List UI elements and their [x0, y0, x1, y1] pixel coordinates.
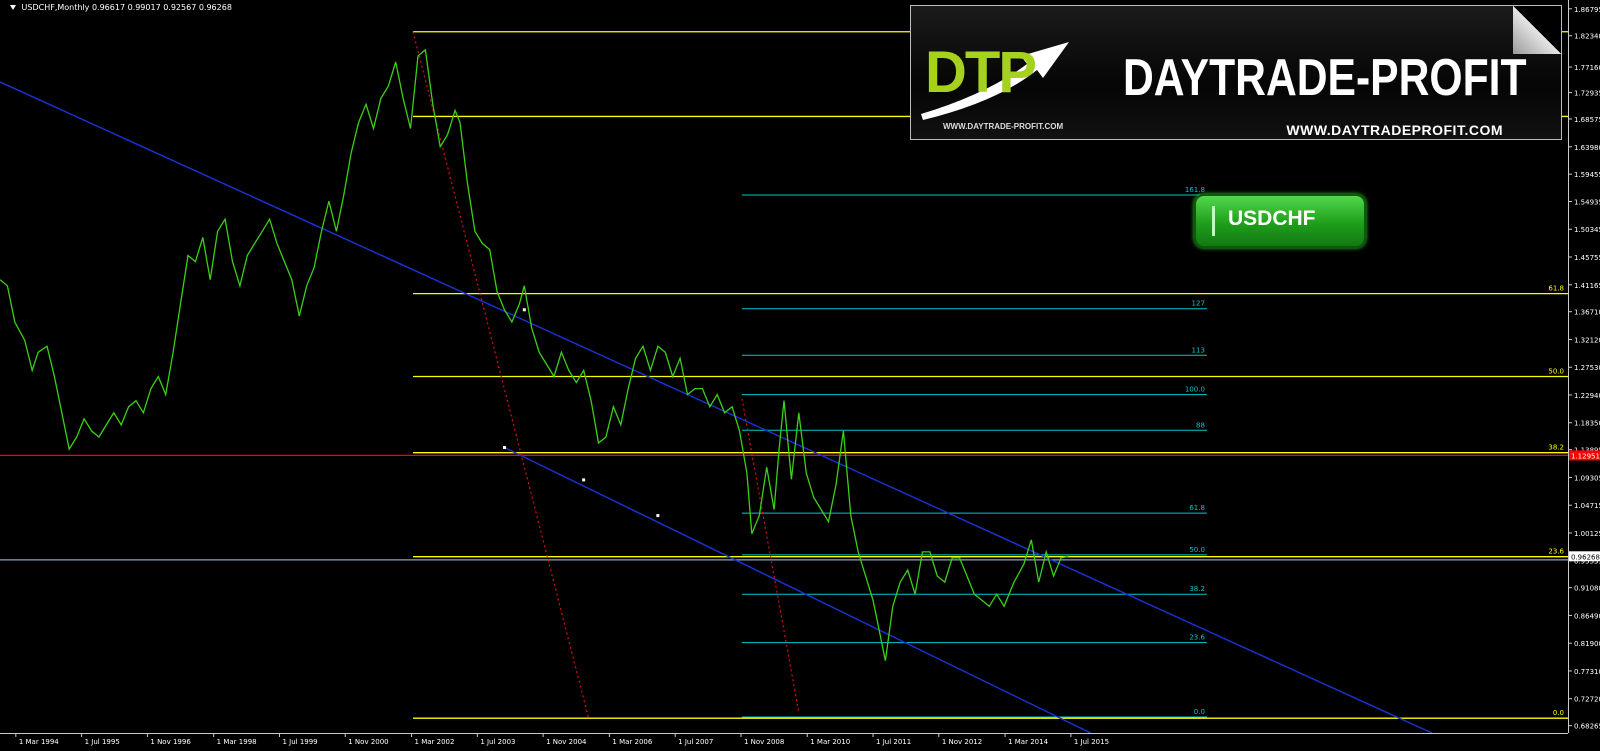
price-tick-label: 1.54935 — [1574, 198, 1600, 206]
price-tick-label: 1.36710 — [1574, 309, 1600, 317]
channel-anchor-point — [522, 308, 526, 312]
price-tick-label: 1.41165 — [1574, 282, 1600, 290]
brand-url-small: WWW.DAYTRADE-PROFIT.COM — [943, 122, 1064, 131]
price-tick-label: 1.50345 — [1574, 226, 1600, 234]
dtp-logo: DTP — [925, 40, 1037, 105]
price-tick-label: 1.09305 — [1574, 474, 1600, 482]
price-tick-label: 1.04715 — [1574, 502, 1600, 510]
channel-anchor-point — [503, 446, 507, 450]
time-tick-label: 1 Nov 2000 — [348, 738, 388, 746]
price-tick-label: 1.72935 — [1574, 90, 1600, 98]
time-tick-label: 1 Jul 1995 — [85, 738, 120, 746]
fib-extension-label: 100.0 — [1185, 386, 1205, 394]
time-tick-label: 1 Nov 2008 — [744, 738, 784, 746]
price-axis-background — [1568, 0, 1600, 747]
price-tick-label: 1.63980 — [1574, 144, 1600, 152]
symbol-badge: USDCHF — [1194, 194, 1366, 248]
level-label: 50.0 — [1548, 367, 1564, 375]
time-tick-label: 1 Jul 2003 — [480, 738, 515, 746]
symbol-ohlc-text: USDCHF,Monthly 0.96617 0.99017 0.92567 0… — [21, 3, 232, 12]
time-tick-label: 1 Jul 2015 — [1074, 738, 1109, 746]
price-tick-label: 1.18350 — [1574, 420, 1600, 428]
time-tick-label: 1 Jul 2007 — [678, 738, 713, 746]
level-label: 23.6 — [1548, 548, 1564, 556]
fib-extension-label: 50.0 — [1189, 546, 1205, 554]
time-tick-label: 1 Mar 2010 — [810, 738, 850, 746]
fib-extension-label: 161.8 — [1185, 186, 1205, 194]
fib-extension-label: 23.6 — [1189, 634, 1205, 642]
price-tick-label: 1.77160 — [1574, 64, 1600, 72]
chevron-down-icon[interactable] — [10, 5, 16, 10]
symbol-badge-label: USDCHF — [1228, 207, 1316, 230]
current-price-tag: 0.96268 — [1571, 553, 1600, 561]
channel-anchor-point — [582, 478, 586, 482]
brand-url-big: WWW.DAYTRADEPROFIT.COM — [1286, 122, 1503, 138]
price-tick-label: 0.91080 — [1574, 585, 1600, 593]
time-tick-label: 1 Mar 2014 — [1008, 738, 1048, 746]
fib-extension-label: 88 — [1196, 421, 1205, 429]
red-level-tag: 1.12951 — [1571, 452, 1600, 460]
time-tick-label: 1 Jul 1999 — [282, 738, 317, 746]
price-tick-label: 0.68265 — [1574, 723, 1600, 731]
brand-name: DAYTRADE-PROFIT — [1123, 49, 1527, 107]
page-curl — [1513, 6, 1561, 54]
symbol-header: USDCHF,Monthly 0.96617 0.99017 0.92567 0… — [10, 3, 232, 12]
time-tick-label: 1 Nov 2012 — [942, 738, 982, 746]
level-label: 0.0 — [1553, 709, 1564, 717]
price-tick-label: 1.00125 — [1574, 530, 1600, 538]
time-tick-label: 1 Mar 1998 — [217, 738, 257, 746]
time-tick-label: 1 Mar 2006 — [612, 738, 652, 746]
fib-extension-label: 38.2 — [1189, 585, 1205, 593]
price-tick-label: 1.82340 — [1574, 33, 1600, 41]
price-tick-label: 0.72720 — [1574, 696, 1600, 704]
channel-anchor-point — [656, 514, 660, 518]
level-label: 61.8 — [1548, 285, 1564, 293]
price-tick-label: 1.45755 — [1574, 254, 1600, 262]
badge-gleam — [1212, 206, 1215, 236]
price-tick-label: 0.77310 — [1574, 668, 1600, 676]
level-label: 38.2 — [1548, 444, 1564, 452]
fib-extension-label: 127 — [1192, 300, 1205, 308]
price-tick-label: 0.81900 — [1574, 640, 1600, 648]
fib-extension-label: 61.8 — [1189, 504, 1205, 512]
price-tick-label: 1.68575 — [1574, 116, 1600, 124]
time-tick-label: 1 Mar 1994 — [19, 738, 59, 746]
brand-banner: DTP DAYTRADE-PROFIT WWW.DAYTRADE-PROFIT.… — [910, 5, 1562, 140]
price-tick-label: 1.86795 — [1574, 6, 1600, 14]
price-tick-label: 1.22940 — [1574, 392, 1600, 400]
price-tick-label: 1.59455 — [1574, 171, 1600, 179]
time-tick-label: 1 Nov 2004 — [546, 738, 587, 746]
time-tick-label: 1 Nov 1996 — [150, 738, 191, 746]
price-tick-label: 0.86490 — [1574, 612, 1600, 620]
time-tick-label: 1 Mar 2002 — [415, 738, 455, 746]
fib-extension-label: 113 — [1192, 346, 1205, 354]
price-tick-label: 1.32120 — [1574, 336, 1600, 344]
price-tick-label: 1.27530 — [1574, 364, 1600, 372]
fib-extension-label: 0.0 — [1194, 708, 1205, 716]
time-tick-label: 1 Jul 2011 — [876, 738, 911, 746]
